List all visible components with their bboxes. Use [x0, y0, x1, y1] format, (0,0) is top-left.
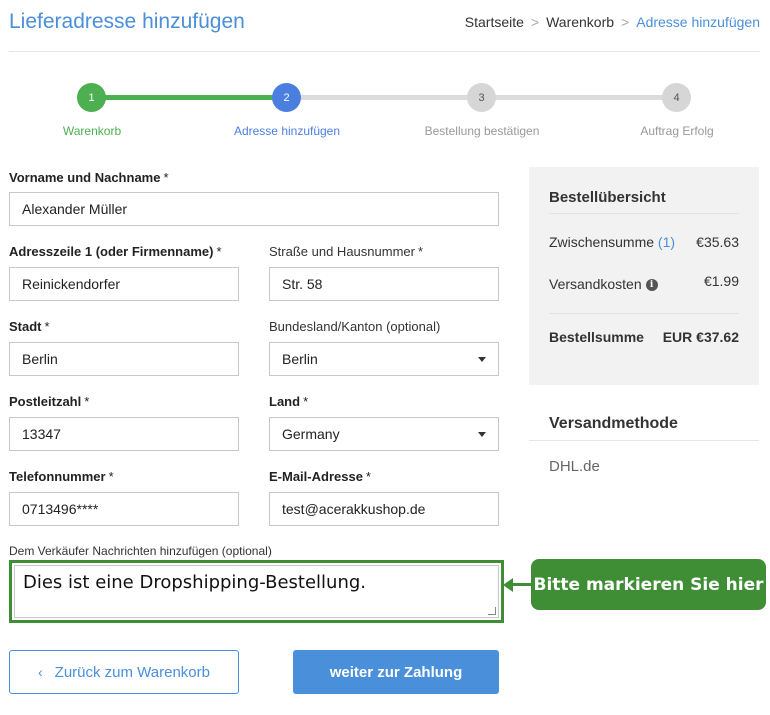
step-2-label: Adresse hinzufügen	[233, 124, 341, 138]
street-label: Straße und Hausnummer *	[269, 244, 424, 259]
email-field[interactable]: test@acerakkushop.de	[269, 492, 499, 526]
step-4-label: Auftrag Erfolg	[640, 124, 714, 138]
divider	[529, 440, 759, 441]
resize-handle-icon[interactable]	[488, 607, 496, 615]
total-row: Bestellsumme EUR €37.62	[549, 329, 739, 345]
country-select-value: Germany	[282, 426, 340, 442]
breadcrumb-separator: >	[530, 14, 540, 30]
callout-label: Bitte markieren Sie hier	[531, 559, 766, 610]
continue-to-payment-button[interactable]: weiter zur Zahlung	[293, 650, 499, 694]
page-title: Lieferadresse hinzufügen	[9, 10, 245, 33]
breadcrumb-cart[interactable]: Warenkorb	[546, 14, 614, 30]
street-field[interactable]: Str. 58	[269, 267, 499, 301]
caret-down-icon	[478, 432, 486, 437]
message-text: Dies ist eine Dropshipping-Bestellung.	[23, 572, 367, 593]
address1-label: Adresszeile 1 (oder Firmenname) *	[9, 244, 222, 259]
city-label: Stadt *	[9, 319, 50, 334]
phone-label: Telefonnummer *	[9, 469, 114, 484]
page-header: Lieferadresse hinzufügen Startseite > Ware…	[9, 0, 760, 52]
arrow-line	[511, 583, 531, 586]
zip-field[interactable]: 13347	[9, 417, 239, 451]
divider	[549, 213, 739, 214]
subtotal-count[interactable]: (1)	[658, 234, 675, 250]
state-label: Bundesland/Kanton (optional)	[269, 319, 441, 334]
step-1-circle: 1	[77, 83, 106, 112]
shipping-method-title: Versandmethode	[549, 415, 678, 432]
subtotal-label: Zwischensumme	[549, 234, 655, 250]
breadcrumb-current: Adresse hinzufügen	[636, 14, 760, 30]
step-4-circle: 4	[662, 83, 691, 112]
shipping-cost-label: Versandkosten	[549, 276, 642, 292]
message-highlight: Dies ist eine Dropshipping-Bestellung.	[9, 560, 504, 623]
breadcrumb-home[interactable]: Startseite	[465, 14, 524, 30]
city-field[interactable]: Berlin	[9, 342, 239, 376]
subtotal-row: Zwischensumme (1) €35.63	[549, 234, 739, 250]
email-label: E-Mail-Adresse *	[269, 469, 371, 484]
phone-field[interactable]: 0713496****	[9, 492, 239, 526]
back-button-label: Zurück zum Warenkorb	[54, 663, 210, 681]
country-label: Land *	[269, 394, 309, 409]
subtotal-value: €35.63	[696, 234, 739, 250]
zip-label: Postleitzahl *	[9, 394, 90, 409]
breadcrumb-separator: >	[621, 14, 630, 30]
shipping-method-value: DHL.de	[549, 458, 600, 475]
caret-down-icon	[478, 357, 486, 362]
step-3-label: Bestellung bestätigen	[424, 124, 540, 138]
country-select[interactable]: Germany	[269, 417, 499, 451]
step-3-circle: 3	[467, 83, 496, 112]
highlight-callout: Bitte markieren Sie hier	[503, 559, 766, 610]
state-select-value: Berlin	[282, 351, 318, 367]
step-1-label: Warenkorb	[62, 124, 122, 138]
checkout-stepper: 1 2 3 4 Warenkorb Adresse hinzufügen Bes…	[0, 80, 770, 150]
name-label: Vorname und Nachname *	[9, 170, 169, 185]
total-value: EUR €37.62	[662, 329, 739, 345]
message-textarea[interactable]: Dies ist eine Dropshipping-Bestellung.	[14, 565, 499, 618]
info-icon[interactable]: i	[645, 279, 658, 292]
shipping-cost-row: Versandkosten i €1.99	[549, 273, 739, 292]
breadcrumb: Startseite > Warenkorb > Adresse hinzufügen	[465, 14, 760, 30]
total-label: Bestellsumme	[549, 329, 644, 345]
step-line-done	[92, 95, 287, 100]
shipping-cost-value: €1.99	[703, 273, 739, 289]
divider	[549, 313, 739, 314]
back-to-cart-button[interactable]: ‹ Zurück zum Warenkorb	[9, 650, 239, 694]
chevron-left-icon: ‹	[38, 664, 43, 680]
summary-title: Bestellübersicht	[549, 189, 666, 206]
order-summary: Bestellübersicht Zwischensumme (1) €35.6…	[529, 167, 759, 385]
address1-field[interactable]: Reinickendorfer	[9, 267, 239, 301]
message-label: Dem Verkäufer Nachrichten hinzufügen (op…	[9, 544, 272, 558]
step-2-circle: 2	[272, 83, 301, 112]
name-field[interactable]: Alexander Müller	[9, 192, 499, 226]
state-select[interactable]: Berlin	[269, 342, 499, 376]
